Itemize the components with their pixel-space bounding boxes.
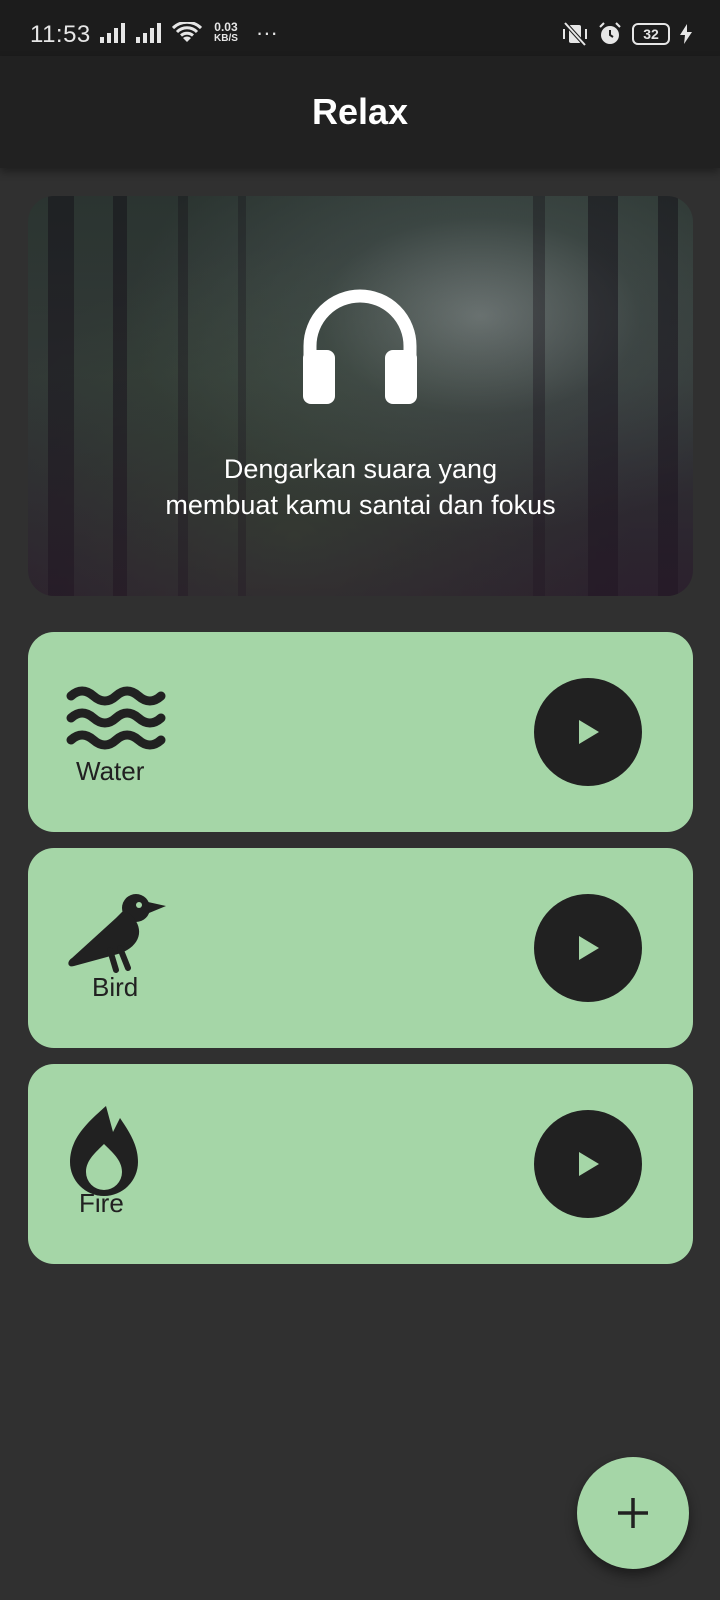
status-time: 11:53 [30, 21, 91, 48]
play-button-fire[interactable] [534, 1110, 642, 1218]
hero-caption: Dengarkan suara yang membuat kamu santai… [28, 451, 693, 523]
signal-icon [100, 23, 125, 43]
alarm-icon [599, 22, 621, 44]
add-sound-button[interactable] [577, 1457, 689, 1569]
charging-icon [680, 24, 692, 44]
sound-card-water[interactable]: Water [28, 632, 693, 832]
sound-label-water: Water [76, 756, 145, 786]
vibrate-off-icon [563, 22, 587, 46]
headphones-icon [303, 289, 417, 404]
hero-banner: Dengarkan suara yang membuat kamu santai… [28, 196, 693, 596]
battery-indicator: 32 [632, 23, 670, 45]
wifi-icon [172, 22, 202, 42]
play-button-bird[interactable] [534, 894, 642, 1002]
play-icon [579, 936, 599, 960]
app-bar: Relax [0, 56, 720, 168]
hero-caption-line2: membuat kamu santai dan fokus [165, 490, 556, 520]
signal-icon-2 [136, 23, 161, 43]
hero-caption-line1: Dengarkan suara yang [223, 454, 498, 484]
page-title: Relax [311, 91, 409, 132]
sound-card-fire[interactable]: Fire [28, 1064, 693, 1264]
sound-card-bird[interactable]: Bird [28, 848, 693, 1048]
add-icon [618, 1498, 648, 1528]
play-button-water[interactable] [534, 678, 642, 786]
status-left-icons: 0.03 KB/S ··· [100, 20, 278, 45]
network-speed-unit: KB/S [214, 33, 238, 44]
more-status-icon: ··· [255, 20, 278, 45]
status-right-icons: 32 [562, 22, 692, 46]
network-speed: 0.03 KB/S [214, 20, 238, 44]
play-icon [579, 1152, 599, 1176]
status-bar: 11:53 0.03 KB/S ··· 32 [0, 0, 720, 56]
waves-icon [66, 686, 166, 750]
sound-label-fire: Fire [79, 1188, 124, 1218]
network-speed-value: 0.03 [214, 20, 238, 34]
play-icon [579, 720, 599, 744]
sound-label-bird: Bird [92, 972, 139, 1002]
